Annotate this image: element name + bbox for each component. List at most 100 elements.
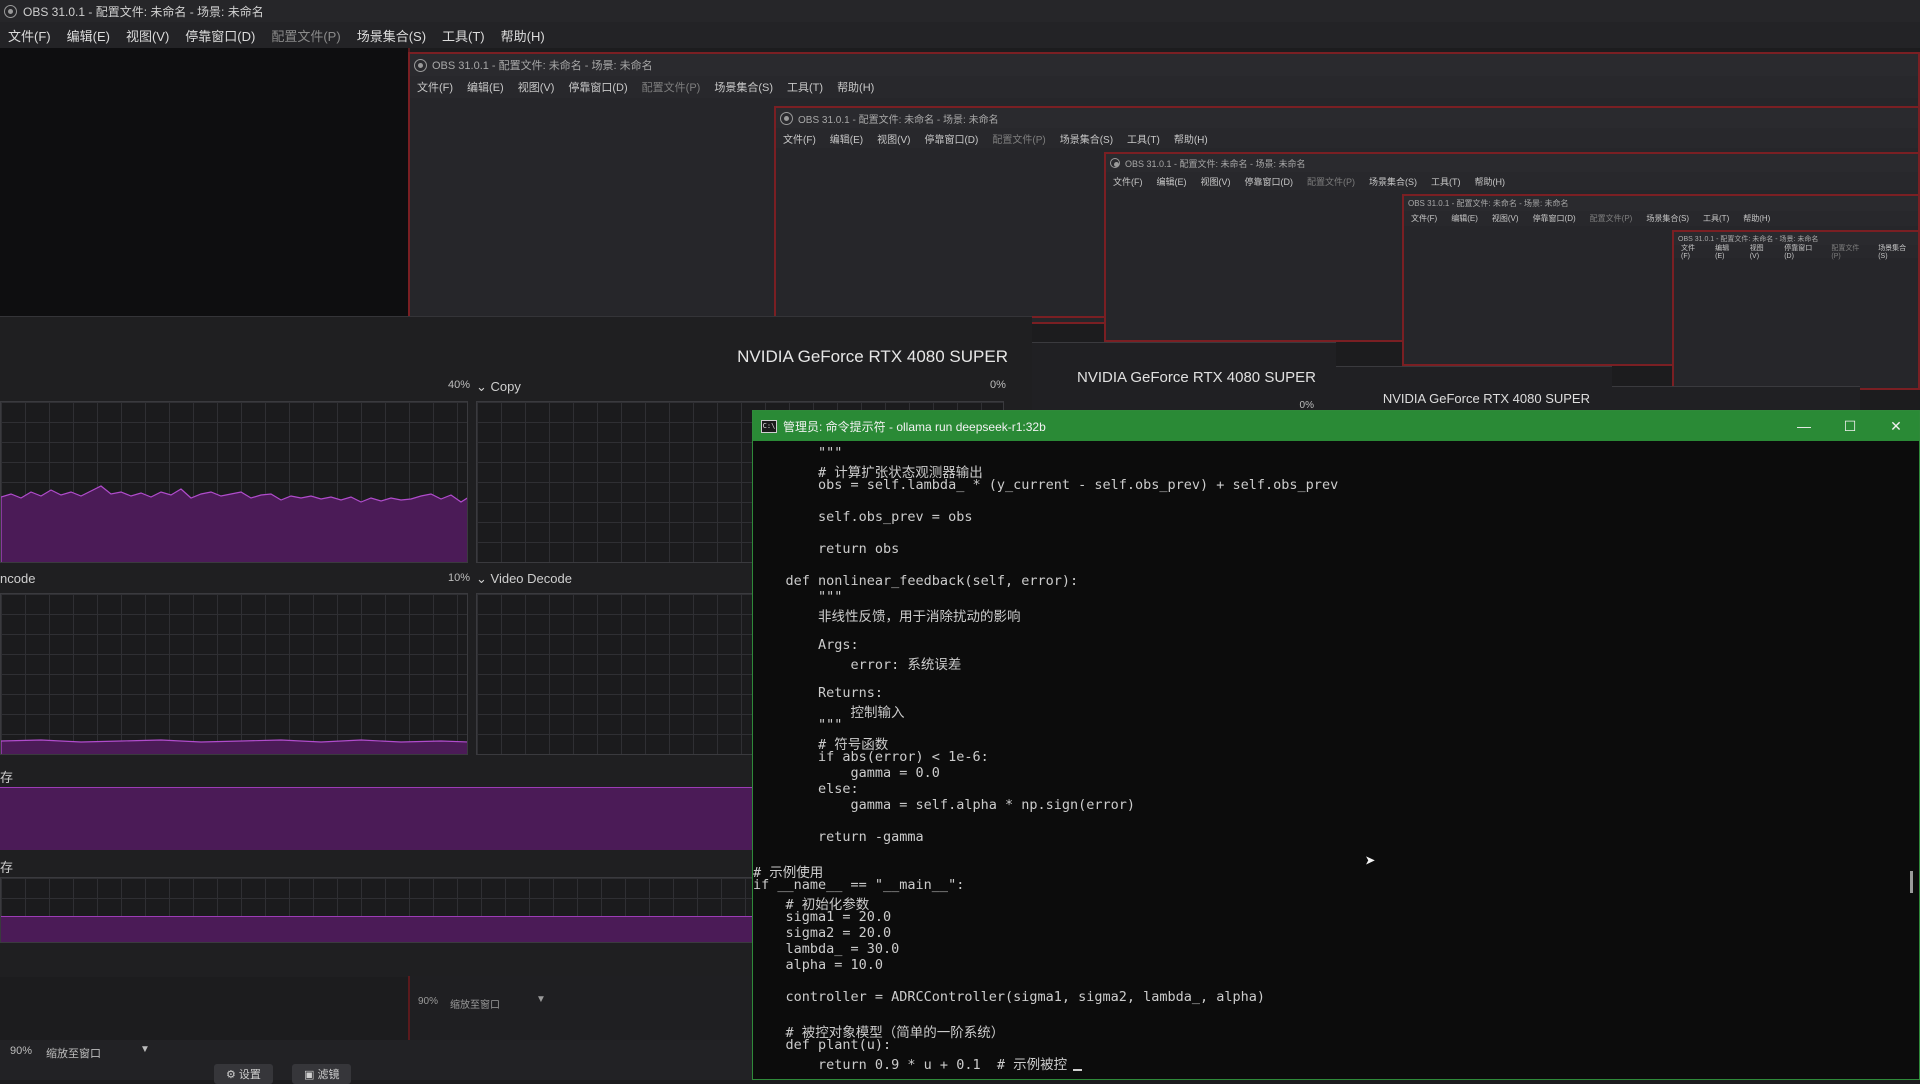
nested-menu-item: 场景集合(S) xyxy=(1646,214,1690,223)
gpu-3d-percent: 40% xyxy=(448,379,471,391)
terminal-line: sigma1 = 20.0 xyxy=(753,909,892,925)
nested-title-2: OBS 31.0.1 - 配置文件: 未命名 - 场景: 未命名 xyxy=(776,108,1918,128)
nested-menu-item: 场景集合(S) xyxy=(714,82,774,94)
gpu-name: NVIDIA GeForce RTX 4080 SUPER xyxy=(737,347,1008,366)
nested-menu-item: 配置文件(P) xyxy=(641,82,701,94)
terminal-scrollbar[interactable] xyxy=(1910,871,1913,893)
nested-menu-item: 文件(F) xyxy=(783,134,816,146)
nested-menu-item: 工具(T) xyxy=(1431,176,1461,187)
obs-window-title: OBS 31.0.1 - 配置文件: 未命名 - 场景: 未命名 xyxy=(23,4,264,19)
nested-menu-item: 工具(T) xyxy=(787,82,824,94)
terminal-line: alpha = 10.0 xyxy=(753,957,884,973)
nested-gpu-card-1: NVIDIA GeForce RTX 4080 SUPER 0% xyxy=(1032,342,1336,413)
gpu-encode-graph xyxy=(0,593,468,755)
terminal-title-bar[interactable]: C:\ 管理员: 命令提示符 - ollama run deepseek-r1:… xyxy=(753,411,1919,441)
filters-button[interactable]: ▣ 滤镜 xyxy=(292,1064,352,1084)
nested-menu-item: 编辑(E) xyxy=(467,82,504,94)
terminal-line: def plant(u): xyxy=(753,1037,892,1053)
fit-window-label[interactable]: 缩放至窗口 xyxy=(46,1045,101,1061)
nested-menu-item: 编辑(E) xyxy=(829,134,864,146)
gpu-shared-memory-label: 存 xyxy=(0,860,14,875)
nested-title-4: OBS 31.0.1 - 配置文件: 未命名 - 场景: 未命名 xyxy=(1404,196,1918,211)
terminal-output[interactable]: ➤ """ # 计算扩张状态观测器输出 obs = self.lambda_ *… xyxy=(753,441,1919,1079)
terminal-line: if abs(error) < 1e-6: xyxy=(753,749,989,765)
nested-title-text-2: OBS 31.0.1 - 配置文件: 未命名 - 场景: 未命名 xyxy=(798,114,999,126)
nested-menu-5: 文件(F) 编辑(E) 视图(V) 停靠窗口(D) 配置文件(P) 场景集合(S… xyxy=(1674,245,1918,260)
cmd-prompt-icon: C:\ xyxy=(761,419,777,433)
gpu-copy-percent: 0% xyxy=(990,379,1006,391)
gpu-copy-label[interactable]: ⌄ Copy xyxy=(476,379,521,395)
nested-menu-item: 文件(F) xyxy=(1113,176,1143,187)
terminal-line: Returns: xyxy=(753,685,884,701)
terminal-line: gamma = self.alpha * np.sign(error) xyxy=(753,797,1136,813)
zoom-dropdown-icon[interactable]: ▼ xyxy=(140,1044,150,1055)
terminal-line: self.obs_prev = obs xyxy=(753,509,973,525)
cmd-terminal-window[interactable]: C:\ 管理员: 命令提示符 - ollama run deepseek-r1:… xyxy=(752,410,1920,1080)
nested-menu-1: 文件(F) 编辑(E) 视图(V) 停靠窗口(D) 配置文件(P) 场景集合(S… xyxy=(410,76,1918,98)
nested-menu-item: 文件(F) xyxy=(1681,245,1695,260)
nested-gpu-card-2: NVIDIA GeForce RTX 4080 SUPER xyxy=(1336,366,1612,411)
settings-button[interactable]: ⚙ 设置 xyxy=(214,1064,273,1084)
nested-menu-item: 编辑(E) xyxy=(1715,245,1730,260)
nested-menu-item: 配置文件(P) xyxy=(1307,176,1355,187)
gpu-3d-graph xyxy=(0,401,468,563)
filters-label: 滤镜 xyxy=(317,1069,340,1081)
maximize-button[interactable]: ☐ xyxy=(1827,418,1873,435)
gpu-encode-label: ncode xyxy=(0,571,36,586)
nested-title-text-1: OBS 31.0.1 - 配置文件: 未命名 - 场景: 未命名 xyxy=(432,60,653,72)
menu-file[interactable]: 文件(F) xyxy=(0,26,59,45)
nested-menu-item: 帮助(H) xyxy=(837,82,875,94)
nested-bottom-dock: 90% 缩放至窗口 ▼ xyxy=(408,976,754,1040)
nested-dropdown-icon: ▼ xyxy=(536,994,546,1005)
terminal-line: 非线性反馈，用于消除扰动的影响 xyxy=(753,609,1021,625)
terminal-title: 管理员: 命令提示符 - ollama run deepseek-r1:32b xyxy=(783,419,1046,434)
terminal-line: gamma = 0.0 xyxy=(753,765,940,781)
terminal-line: return -gamma xyxy=(753,829,924,845)
gpu-decode-label[interactable]: ⌄ Video Decode xyxy=(476,571,572,587)
menu-scene-collection[interactable]: 场景集合(S) xyxy=(349,26,434,45)
terminal-line: error: 系统误差 xyxy=(753,657,962,673)
nested-menu-item: 编辑(E) xyxy=(1156,176,1187,187)
nested-menu-item: 停靠窗口(D) xyxy=(1532,214,1576,223)
close-button[interactable]: ✕ xyxy=(1873,418,1919,435)
nested-gpu-name-1: NVIDIA GeForce RTX 4080 SUPER xyxy=(1077,369,1316,386)
minimize-button[interactable]: — xyxy=(1781,418,1827,434)
nested-menu-item: 文件(F) xyxy=(417,82,454,94)
terminal-line: obs = self.lambda_ * (y_current - self.o… xyxy=(753,477,1339,493)
menu-tools[interactable]: 工具(T) xyxy=(434,26,493,45)
mouse-pointer-icon: ➤ xyxy=(1365,851,1376,872)
zoom-value: 90% xyxy=(10,1045,33,1057)
terminal-line: """ xyxy=(753,717,843,733)
gpu-encode-percent: 10% xyxy=(448,572,471,584)
obs-logo-icon xyxy=(780,111,793,125)
nested-menu-item: 停靠窗口(D) xyxy=(924,134,979,146)
menu-help[interactable]: 帮助(H) xyxy=(493,26,553,45)
nested-zoom-value: 90% xyxy=(418,996,439,1007)
nested-menu-item: 工具(T) xyxy=(1127,134,1160,146)
nested-fit-label: 缩放至窗口 xyxy=(450,1000,500,1011)
terminal-line: controller = ADRCController(sigma1, sigm… xyxy=(753,989,1266,1005)
nested-menu-item: 编辑(E) xyxy=(1451,214,1478,223)
terminal-line: else: xyxy=(753,781,859,797)
nested-menu-item: 停靠窗口(D) xyxy=(1784,245,1813,260)
nested-menu-item: 视图(V) xyxy=(1491,214,1519,223)
gpu-encode-usage-line xyxy=(1,739,467,754)
obs-title-bar: OBS 31.0.1 - 配置文件: 未命名 - 场景: 未命名 xyxy=(0,0,1920,22)
nested-menu-item: 视图(V) xyxy=(1749,245,1764,260)
menu-edit[interactable]: 编辑(E) xyxy=(59,26,118,45)
nested-menu-item: 视图(V) xyxy=(877,134,911,146)
nested-menu-item: 停靠窗口(D) xyxy=(1244,176,1294,187)
nested-gpu-card-3 xyxy=(1612,386,1860,411)
terminal-line: """ xyxy=(753,445,843,461)
nested-menu-item: 帮助(H) xyxy=(1173,134,1208,146)
terminal-line: sigma2 = 20.0 xyxy=(753,925,892,941)
terminal-line: """ xyxy=(753,589,843,605)
terminal-line: return 0.9 * u + 0.1 # 示例被控 xyxy=(753,1057,1068,1073)
nested-menu-item: 配置文件(P) xyxy=(1589,214,1633,223)
nested-menu-3: 文件(F) 编辑(E) 视图(V) 停靠窗口(D) 配置文件(P) 场景集合(S… xyxy=(1106,172,1918,190)
obs-bottom-bar: 90% 缩放至窗口 ▼ ⚙ 设置 ▣ 滤镜 xyxy=(0,1040,760,1084)
nested-menu-2: 文件(F) 编辑(E) 视图(V) 停靠窗口(D) 配置文件(P) 场景集合(S… xyxy=(776,128,1918,148)
menu-docks[interactable]: 停靠窗口(D) xyxy=(177,26,263,45)
menu-profile[interactable]: 配置文件(P) xyxy=(263,26,348,45)
menu-view[interactable]: 视图(V) xyxy=(118,26,177,45)
